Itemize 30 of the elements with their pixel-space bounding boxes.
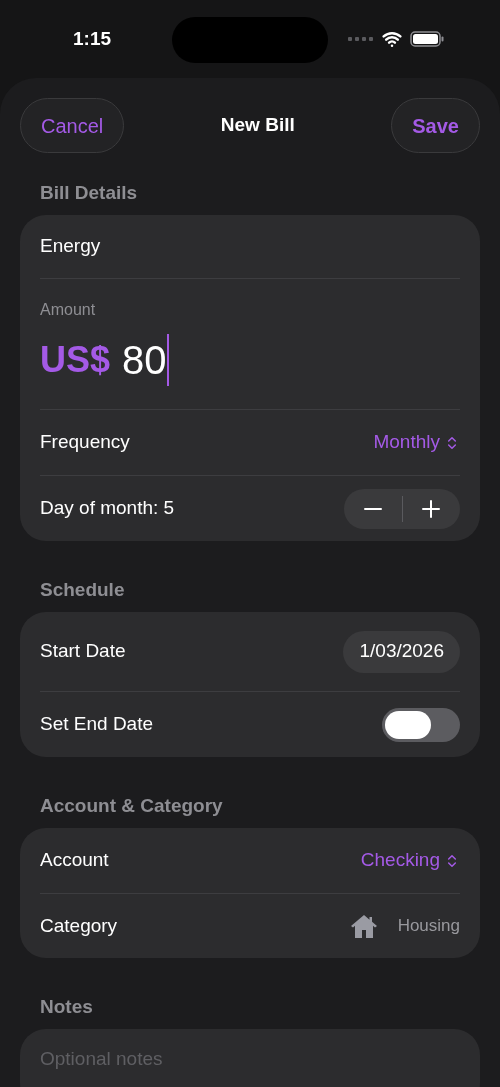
section-header: Schedule [40,578,125,603]
save-button[interactable]: Save [391,98,480,153]
house-icon [349,913,378,939]
row-label: Day of month: 5 [40,496,175,521]
sheet-title: New Bill [220,113,295,138]
minus-icon [363,507,382,510]
currency-label: US$ [40,338,111,382]
amount-input[interactable]: 80 [122,330,167,390]
category-value: Housing [397,915,460,938]
row-label: Account [40,848,109,873]
text-cursor [166,334,169,386]
section-header: Notes [40,995,93,1020]
section-header: Bill Details [40,181,138,206]
toggle-switch[interactable] [382,707,460,742]
input-field[interactable]: Energy [40,232,460,261]
status-time: 1:15 [73,26,112,51]
row-label: Frequency [40,430,130,455]
row-label: Start Date [40,639,126,664]
field-label: Amount [40,300,97,320]
cancel-button[interactable]: Cancel [20,98,125,153]
picker-button[interactable]: Checking [360,846,460,875]
battery-icon [410,31,444,47]
wifi-icon [382,29,402,49]
plus-icon [422,499,441,518]
section-header: Account & Category [40,794,223,819]
picker-button[interactable]: Monthly [373,428,460,457]
row-label: Category [40,913,118,938]
row-label: Set End Date [40,712,154,737]
date-button[interactable]: 1/03/2026 [343,630,460,673]
signal-icon [348,37,374,41]
